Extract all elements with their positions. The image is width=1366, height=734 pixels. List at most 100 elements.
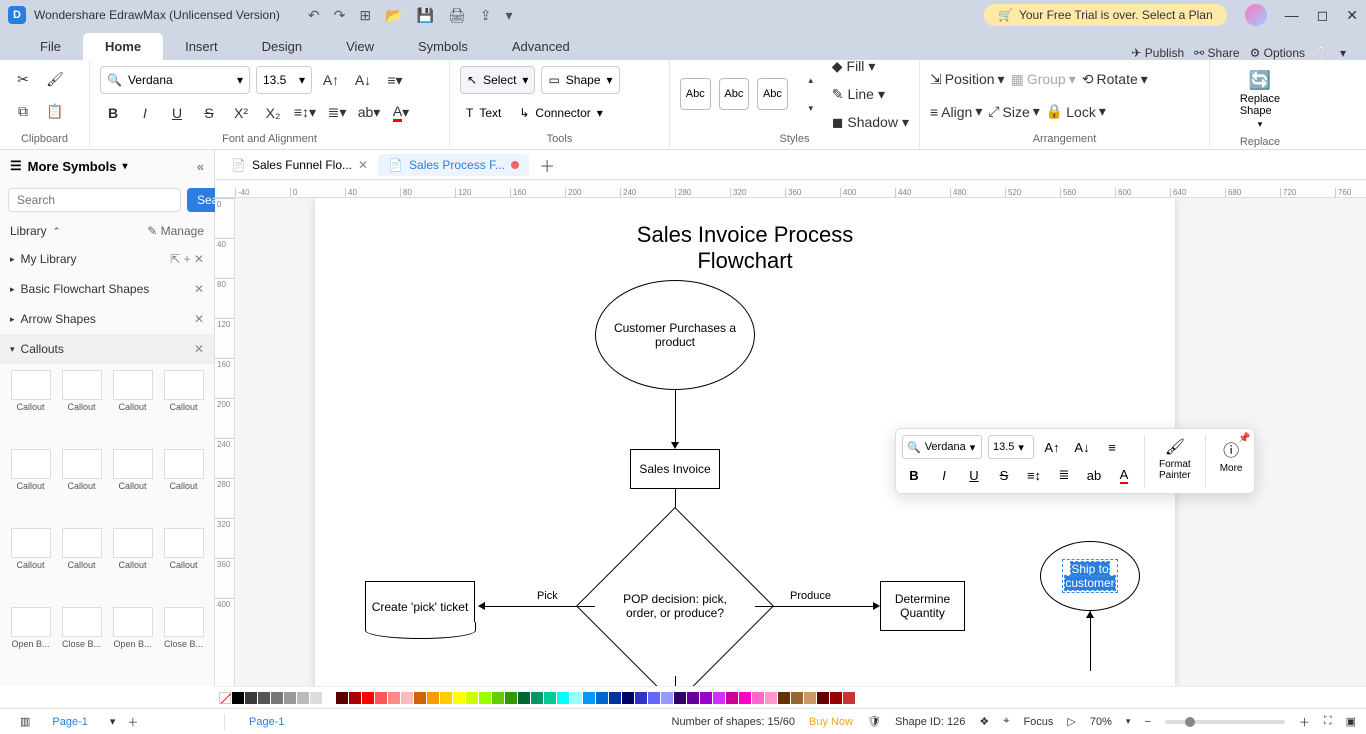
zoom-out-icon[interactable]: − — [1144, 716, 1150, 728]
presentation-icon[interactable]: ▷ — [1067, 715, 1075, 728]
gallery-item[interactable]: Callout — [161, 449, 206, 522]
color-swatch[interactable] — [271, 692, 283, 704]
color-swatch[interactable] — [401, 692, 413, 704]
library-label[interactable]: Library — [10, 224, 47, 238]
group-button[interactable]: ▦ Group▾ — [1011, 66, 1076, 92]
line-button[interactable]: ✎ Line▾ — [832, 81, 909, 107]
page-tab-dropdown-icon[interactable]: ▾ — [110, 715, 116, 728]
node-customer-purchase[interactable]: Customer Purchases a product — [595, 280, 755, 390]
no-fill-swatch[interactable] — [219, 692, 231, 704]
color-swatch[interactable] — [453, 692, 465, 704]
connector[interactable] — [675, 676, 676, 686]
gallery-item[interactable]: Close B... — [59, 607, 104, 680]
close-icon[interactable]: ✕ — [194, 282, 204, 296]
menu-design[interactable]: Design — [240, 33, 324, 60]
menu-symbols[interactable]: Symbols — [396, 33, 490, 60]
color-swatch[interactable] — [362, 692, 374, 704]
increase-font-icon[interactable]: A↑ — [318, 67, 344, 93]
color-swatch[interactable] — [570, 692, 582, 704]
node-pop-decision[interactable]: POP decision: pick, order, or produce? — [576, 507, 774, 686]
symbol-search-input[interactable] — [8, 188, 181, 212]
color-swatch[interactable] — [518, 692, 530, 704]
publish-button[interactable]: ✈ Publish — [1131, 46, 1184, 60]
mini-format-painter[interactable]: 🖌 Format Painter — [1153, 435, 1197, 487]
mini-fontcolor-icon[interactable]: A — [1112, 463, 1136, 487]
collapse-panel-icon[interactable]: « — [197, 159, 204, 174]
lib-close-icon[interactable]: ✕ — [194, 252, 204, 266]
zoom-slider[interactable] — [1165, 720, 1285, 724]
mini-bullets-icon[interactable]: ≣ — [1052, 463, 1076, 487]
color-swatch[interactable] — [284, 692, 296, 704]
color-swatch[interactable] — [414, 692, 426, 704]
buy-now-link[interactable]: Buy Now — [809, 716, 853, 728]
fit-page-icon[interactable]: ⛶ — [1324, 715, 1332, 728]
color-swatch[interactable] — [544, 692, 556, 704]
add-tab-button[interactable]: ＋ — [529, 149, 565, 181]
gallery-item[interactable]: Callout — [8, 370, 53, 443]
underline-icon[interactable]: U — [164, 100, 190, 126]
position-button[interactable]: ⇲ Position▾ — [930, 66, 1005, 92]
layers-icon[interactable]: ❖ — [979, 715, 989, 728]
close-icon[interactable]: ✕ — [194, 342, 204, 356]
doc-tab-1[interactable]: 📄 Sales Funnel Flo... ✕ — [221, 154, 378, 176]
color-swatch[interactable] — [661, 692, 673, 704]
color-swatch[interactable] — [492, 692, 504, 704]
format-painter-icon[interactable]: 🖌 — [42, 66, 68, 92]
close-icon[interactable]: ✕ — [194, 312, 204, 326]
mini-bold-icon[interactable]: B — [902, 463, 926, 487]
bold-icon[interactable]: B — [100, 100, 126, 126]
close-window-icon[interactable]: ✕ — [1346, 7, 1358, 24]
arrow-shapes-section[interactable]: ▸Arrow Shapes✕ — [0, 304, 214, 334]
color-swatch[interactable] — [258, 692, 270, 704]
my-library-section[interactable]: ▸My Library ⇱ + ✕ — [0, 244, 214, 274]
node-sales-invoice[interactable]: Sales Invoice — [630, 449, 720, 489]
minimize-icon[interactable]: — — [1285, 7, 1299, 24]
italic-icon[interactable]: I — [132, 100, 158, 126]
gallery-item[interactable]: Open B... — [8, 607, 53, 680]
gallery-item[interactable]: Callout — [161, 528, 206, 601]
node-ship-to-customer[interactable]: Ship to customer — [1040, 541, 1140, 611]
color-swatch[interactable] — [349, 692, 361, 704]
color-swatch[interactable] — [713, 692, 725, 704]
cut-icon[interactable]: ✂ — [10, 66, 36, 92]
color-swatch[interactable] — [557, 692, 569, 704]
paste-icon[interactable]: 📋 — [42, 99, 68, 125]
connector-tool[interactable]: ↳ Connector ▾ — [513, 99, 608, 127]
page-tab-1[interactable]: Page-1 — [42, 714, 97, 730]
color-swatch[interactable] — [648, 692, 660, 704]
color-swatch[interactable] — [336, 692, 348, 704]
color-swatch[interactable] — [804, 692, 816, 704]
page-tab-1b[interactable]: Page-1 — [239, 714, 294, 730]
pin-icon[interactable]: 📌 — [1238, 433, 1250, 444]
color-swatch[interactable] — [466, 692, 478, 704]
save-icon[interactable]: 💾 — [417, 7, 434, 24]
color-swatch[interactable] — [596, 692, 608, 704]
align-button[interactable]: ≡ Align▾ — [930, 99, 982, 125]
color-swatch[interactable] — [700, 692, 712, 704]
doc-tab-2[interactable]: 📄 Sales Process F... — [378, 154, 529, 176]
subscript-icon[interactable]: X₂ — [260, 100, 286, 126]
color-swatch[interactable] — [843, 692, 855, 704]
color-swatch[interactable] — [479, 692, 491, 704]
mini-inc-font-icon[interactable]: A↑ — [1040, 435, 1064, 459]
style-preset-2[interactable]: Abc — [719, 78, 750, 110]
focus-icon[interactable]: ⌖ — [1003, 715, 1009, 728]
shape-tool[interactable]: ▭ Shape ▾ — [541, 66, 619, 94]
zoom-value[interactable]: 70% — [1090, 716, 1112, 728]
color-swatch[interactable] — [726, 692, 738, 704]
menu-home[interactable]: Home — [83, 33, 163, 60]
connector[interactable] — [485, 606, 595, 607]
color-swatch[interactable] — [440, 692, 452, 704]
new-icon[interactable]: ⊞ — [359, 7, 371, 24]
page-list-icon[interactable]: ▥ — [20, 715, 30, 728]
mini-dec-font-icon[interactable]: A↓ — [1070, 435, 1094, 459]
style-preset-3[interactable]: Abc — [757, 78, 788, 110]
gallery-item[interactable]: Callout — [161, 370, 206, 443]
menu-file[interactable]: File — [18, 33, 83, 60]
superscript-icon[interactable]: X² — [228, 100, 254, 126]
menu-view[interactable]: View — [324, 33, 396, 60]
font-name-combo[interactable]: 🔍Verdana▾ — [100, 66, 250, 94]
font-color-icon[interactable]: A▾ — [388, 100, 414, 126]
color-swatch[interactable] — [674, 692, 686, 704]
node-determine-quantity[interactable]: Determine Quantity — [880, 581, 965, 631]
